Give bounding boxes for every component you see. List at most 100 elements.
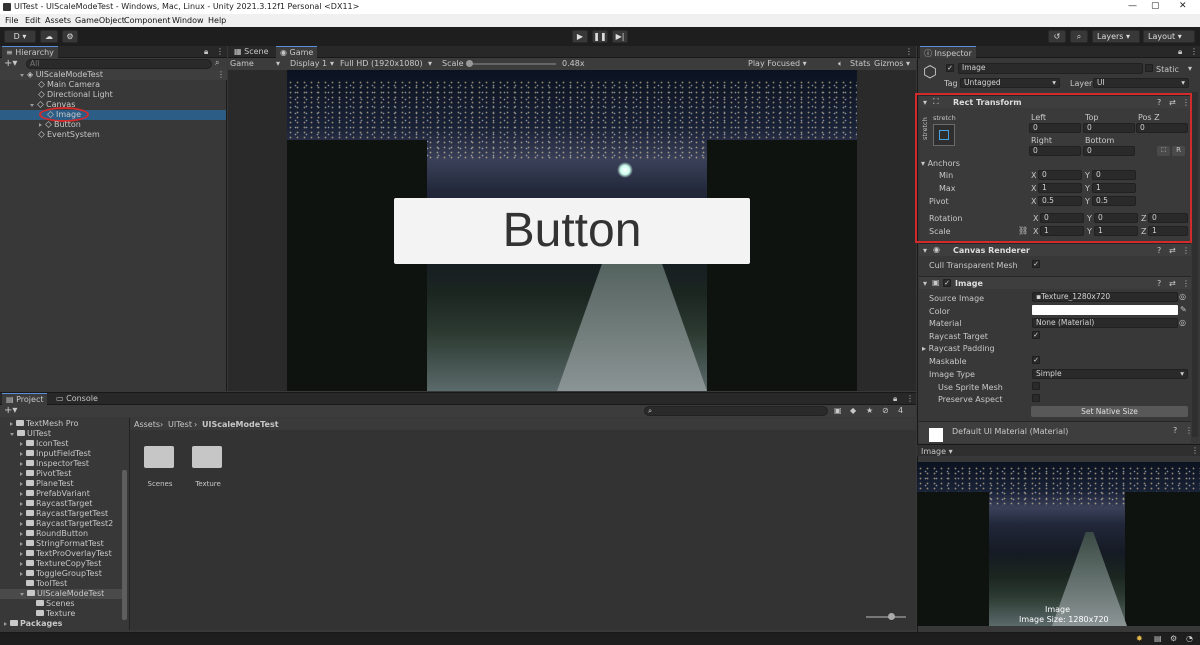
tab-console[interactable]: ▭ Console: [52, 393, 102, 405]
tab-game[interactable]: ◉ Game: [276, 46, 318, 58]
inspector-kebab-icon[interactable]: ⋮: [1190, 47, 1198, 56]
project-folder[interactable]: TextMesh Pro: [0, 419, 78, 429]
scale-slider[interactable]: [466, 60, 556, 67]
icon-size-handle[interactable]: [888, 613, 895, 620]
project-folder-packages[interactable]: Packages: [0, 619, 62, 629]
foldout-arrow-icon[interactable]: ▾: [923, 246, 927, 255]
project-kebab-icon[interactable]: ⋮: [906, 394, 914, 403]
add-icon[interactable]: +▾: [4, 58, 17, 69]
hierarchy-item-directional-light[interactable]: Directional Light: [0, 90, 113, 100]
eyedropper-icon[interactable]: ✎: [1180, 305, 1187, 314]
menu-edit[interactable]: Edit: [25, 16, 41, 25]
object-name-field[interactable]: Image: [958, 63, 1143, 74]
project-folder[interactable]: Scenes: [0, 599, 75, 609]
layer-dropdown[interactable]: UI ▾: [1093, 78, 1189, 88]
maskable-checkbox[interactable]: ✓: [1032, 356, 1040, 364]
project-folder[interactable]: PrefabVariant: [0, 489, 90, 499]
static-checkbox[interactable]: [1145, 64, 1153, 72]
menu-component[interactable]: Component: [124, 16, 170, 25]
active-checkbox[interactable]: ✓: [946, 64, 954, 72]
search-filter-icon[interactable]: ⌕: [215, 58, 219, 68]
use-sprite-mesh-checkbox[interactable]: [1032, 382, 1040, 390]
search-by-type-icon[interactable]: ▣: [834, 406, 842, 415]
project-lock-icon[interactable]: 🔒︎: [893, 394, 897, 404]
component-kebab-icon[interactable]: ⋮: [1182, 246, 1190, 255]
menu-file[interactable]: File: [5, 16, 18, 25]
component-kebab-icon[interactable]: ⋮: [1182, 279, 1190, 288]
project-folder[interactable]: UITest: [0, 429, 51, 439]
image-type-dropdown[interactable]: Simple ▾: [1032, 369, 1188, 379]
project-folder[interactable]: InspectorTest: [0, 459, 89, 469]
preserve-aspect-checkbox[interactable]: [1032, 394, 1040, 402]
project-add-icon[interactable]: +▾: [4, 405, 17, 416]
hierarchy-item-scene[interactable]: ◈ UIScaleModeTest ⋮: [0, 70, 227, 80]
help-icon[interactable]: ?: [1157, 279, 1161, 288]
scene-kebab-icon[interactable]: ⋮: [217, 70, 225, 79]
account-dropdown[interactable]: D ▾: [4, 30, 36, 43]
collab-icon[interactable]: ⚙: [62, 30, 78, 43]
project-folder[interactable]: Texture: [0, 609, 75, 619]
material-picker-icon[interactable]: ◎: [1179, 318, 1186, 327]
asset-folder-texture[interactable]: Texture: [192, 443, 224, 488]
image-component-header[interactable]: ▾ ▣ ✓ Image ? ⇄ ⋮: [919, 276, 1191, 289]
project-folder[interactable]: RaycastTarget: [0, 499, 92, 509]
asset-folder-scenes[interactable]: Scenes: [144, 443, 176, 488]
search-icon[interactable]: ⌕: [1070, 30, 1088, 43]
mute-icon[interactable]: 🔈︎: [838, 59, 843, 69]
hidden-packages-icon[interactable]: ⊘: [882, 406, 889, 415]
layers-dropdown[interactable]: Layers ▾: [1092, 30, 1140, 43]
game-mode-dropdown[interactable]: Game ▾: [230, 59, 280, 68]
hierarchy-item-eventsystem[interactable]: EventSystem: [0, 130, 100, 140]
ui-button[interactable]: Button: [394, 198, 750, 264]
play-focused-dropdown[interactable]: Play Focused ▾: [748, 59, 807, 68]
project-folder[interactable]: ToolTest: [0, 579, 67, 589]
breadcrumb-uitest[interactable]: UITest: [168, 420, 192, 429]
cull-mesh-checkbox[interactable]: ✓: [1032, 260, 1040, 268]
tag-dropdown[interactable]: Untagged ▾: [960, 78, 1060, 88]
inspector-lock-icon[interactable]: 🔒︎: [1178, 47, 1182, 57]
maximize-button[interactable]: ▢: [1151, 1, 1160, 11]
project-folder-selected[interactable]: UIScaleModeTest: [0, 589, 122, 599]
project-folder[interactable]: PlaneTest: [0, 479, 74, 489]
object-picker-icon[interactable]: ◎: [1179, 292, 1186, 301]
game-kebab-icon[interactable]: ⋮: [905, 47, 913, 56]
material-field[interactable]: None (Material): [1032, 318, 1178, 328]
set-native-size-button[interactable]: Set Native Size: [1031, 406, 1188, 417]
help-icon[interactable]: ?: [1157, 246, 1161, 255]
tree-scrollbar[interactable]: [122, 470, 127, 620]
play-button[interactable]: ▶: [572, 30, 588, 43]
breadcrumb-assets[interactable]: Assets: [134, 420, 160, 429]
close-button[interactable]: ✕: [1179, 1, 1187, 11]
search-by-label-icon[interactable]: ◆: [850, 406, 856, 415]
tab-scene[interactable]: ▦ Scene: [230, 46, 273, 58]
stats-button[interactable]: Stats: [850, 59, 870, 68]
raycast-padding-foldout[interactable]: ▸ Raycast Padding: [922, 344, 995, 353]
scale-slider-handle[interactable]: [466, 60, 473, 67]
tab-project[interactable]: ▤ Project: [2, 393, 48, 405]
preview-kebab-icon[interactable]: ⋮: [1191, 446, 1199, 455]
hierarchy-item-main-camera[interactable]: Main Camera: [0, 80, 100, 90]
tab-hierarchy[interactable]: ≡ Hierarchy: [2, 46, 58, 58]
static-dropdown-icon[interactable]: ▾: [1188, 64, 1192, 73]
source-image-field[interactable]: ▪Texture_1280x720: [1032, 292, 1178, 302]
preview-dropdown[interactable]: Image ▾: [921, 447, 953, 456]
project-folder[interactable]: RaycastTargetTest: [0, 509, 108, 519]
pause-button[interactable]: ❚❚: [592, 30, 608, 43]
foldout-arrow-icon[interactable]: ▾: [923, 279, 927, 288]
canvas-renderer-header[interactable]: ▾ ◉ Canvas Renderer ? ⇄ ⋮: [919, 243, 1191, 256]
menu-assets[interactable]: Assets: [45, 16, 71, 25]
gizmos-dropdown[interactable]: Gizmos ▾: [874, 59, 910, 68]
menu-window[interactable]: Window: [172, 16, 204, 25]
project-folder[interactable]: PivotTest: [0, 469, 71, 479]
breadcrumb-uiscalemodetest[interactable]: UIScaleModeTest: [202, 420, 279, 429]
icon-size-slider[interactable]: [866, 613, 906, 620]
favorites-icon[interactable]: ★: [866, 406, 873, 415]
minimize-button[interactable]: —: [1128, 1, 1137, 11]
lock-icon[interactable]: 🔒︎: [204, 47, 208, 57]
resolution-dropdown[interactable]: Full HD (1920x1080) ▾: [340, 59, 432, 68]
color-swatch[interactable]: [1032, 305, 1178, 315]
hierarchy-item-image[interactable]: Image: [0, 107, 226, 122]
image-enabled-checkbox[interactable]: ✓: [943, 279, 951, 287]
project-search-input[interactable]: ⌕: [644, 406, 828, 416]
notifications-icon[interactable]: ◔: [1186, 634, 1193, 643]
